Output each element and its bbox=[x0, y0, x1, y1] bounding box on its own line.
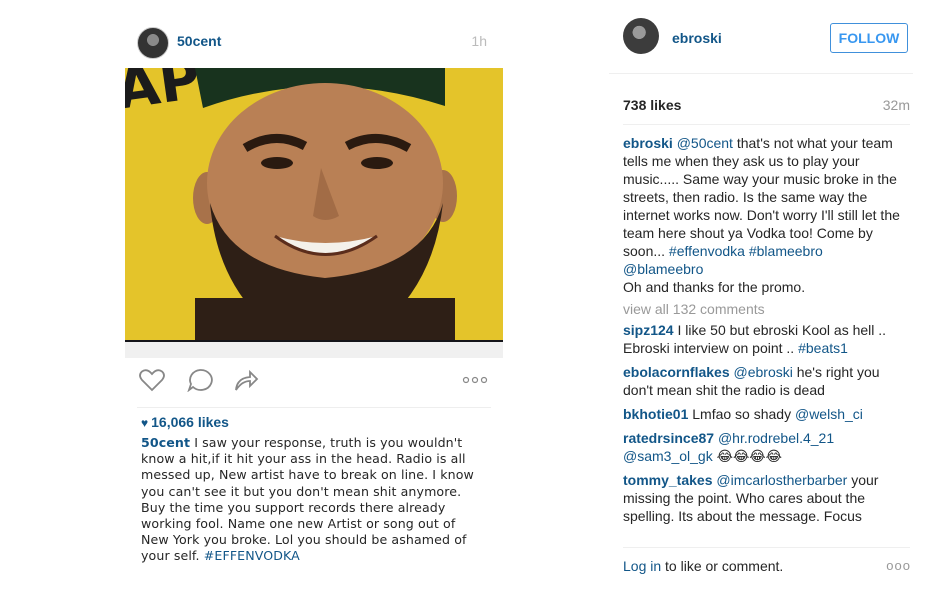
list-item: ratedrsince87 @hr.rodrebel.4_21 @sam3_ol… bbox=[623, 429, 911, 465]
embedded-post-header: 50cent 1h bbox=[137, 24, 491, 68]
divider bbox=[137, 407, 491, 408]
comment-mention[interactable]: @imcarlostherbarber bbox=[716, 472, 847, 488]
more-options-icon bbox=[462, 376, 488, 384]
post-caption: ebroski @50cent that's not what your tea… bbox=[623, 134, 911, 296]
comment-icon bbox=[187, 369, 213, 392]
like-count[interactable]: 738 likes bbox=[623, 97, 681, 113]
view-all-comments-link[interactable]: view all 132 comments bbox=[623, 300, 911, 318]
embedded-username: 50cent bbox=[177, 33, 222, 49]
comment-user[interactable]: tommy_takes bbox=[623, 472, 713, 488]
login-prompt: Log in to like or comment. bbox=[623, 558, 783, 574]
caption-user[interactable]: ebroski bbox=[623, 135, 673, 151]
comment-mention[interactable]: @ebroski bbox=[734, 364, 793, 380]
post-username[interactable]: ebroski bbox=[672, 30, 722, 46]
embedded-photo: AP bbox=[125, 68, 503, 358]
embedded-like-count: ♥ 16,066 likes bbox=[141, 414, 229, 430]
divider bbox=[609, 73, 913, 74]
comment-user[interactable]: bkhotie01 bbox=[623, 406, 688, 422]
list-item: sipz124 I like 50 but ebroski Kool as he… bbox=[623, 321, 911, 357]
comment-user[interactable]: ebolacornflakes bbox=[623, 364, 730, 380]
post-sidebar: ebroski FOLLOW 738 likes 32m ebroski @50… bbox=[609, 0, 913, 596]
embedded-post-screenshot: 50cent 1h AP ♥ 16,066 likes 50cent I saw… bbox=[125, 24, 503, 576]
divider bbox=[623, 547, 910, 548]
login-link[interactable]: Log in bbox=[623, 558, 661, 574]
embedded-caption-user: 50cent bbox=[141, 435, 191, 450]
portrait-image: AP bbox=[125, 68, 503, 358]
heart-icon: ♥ bbox=[141, 416, 149, 430]
login-text: to like or comment. bbox=[661, 558, 784, 574]
more-options-icon[interactable]: ooo bbox=[886, 558, 911, 573]
comment-user[interactable]: sipz124 bbox=[623, 322, 674, 338]
post-timestamp[interactable]: 32m bbox=[883, 97, 910, 113]
comments-list[interactable]: ebroski @50cent that's not what your tea… bbox=[623, 134, 911, 534]
embedded-likes-label: 16,066 likes bbox=[151, 414, 229, 430]
divider bbox=[623, 124, 910, 125]
embedded-action-bar bbox=[137, 364, 491, 400]
caption-hashtag[interactable]: #blameebro bbox=[749, 243, 823, 259]
embedded-timestamp: 1h bbox=[471, 33, 487, 49]
caption-hashtag[interactable]: #effenvodka bbox=[669, 243, 745, 259]
heart-icon bbox=[139, 369, 165, 392]
list-item: bkhotie01 Lmfao so shady @welsh_ci bbox=[623, 405, 911, 423]
comment-text: 😂😂😂😂 bbox=[712, 448, 783, 464]
follow-button[interactable]: FOLLOW bbox=[830, 23, 908, 53]
embedded-caption-hashtag: #EFFENVODKA bbox=[203, 548, 300, 564]
embedded-avatar bbox=[137, 27, 169, 59]
photo-bottom-band bbox=[125, 342, 503, 358]
caption-mention[interactable]: @blameebro bbox=[623, 261, 703, 277]
caption-text: that's not what your team tells me when … bbox=[623, 135, 900, 259]
share-icon bbox=[235, 369, 259, 391]
comment-mention[interactable]: @welsh_ci bbox=[795, 406, 863, 422]
embedded-caption-text: I saw your response, truth is you wouldn… bbox=[141, 435, 474, 564]
comment-mention[interactable]: @hr.rodrebel.4_21 bbox=[718, 430, 834, 446]
caption-text: Oh and thanks for the promo. bbox=[623, 279, 806, 295]
list-item: ebolacornflakes @ebroski he's right you … bbox=[623, 363, 911, 399]
avatar[interactable] bbox=[623, 18, 659, 54]
comment-text: Lmfao so shady bbox=[688, 406, 795, 422]
caption-mention[interactable]: @50cent bbox=[677, 135, 733, 151]
comment-hashtag[interactable]: #beats1 bbox=[798, 340, 848, 356]
comment-mention[interactable]: @sam3_ol_gk bbox=[623, 448, 713, 464]
embedded-caption: 50cent I saw your response, truth is you… bbox=[141, 435, 477, 565]
list-item: tommy_takes @imcarlostherbarber your mis… bbox=[623, 471, 911, 525]
comment-user[interactable]: ratedrsince87 bbox=[623, 430, 714, 446]
